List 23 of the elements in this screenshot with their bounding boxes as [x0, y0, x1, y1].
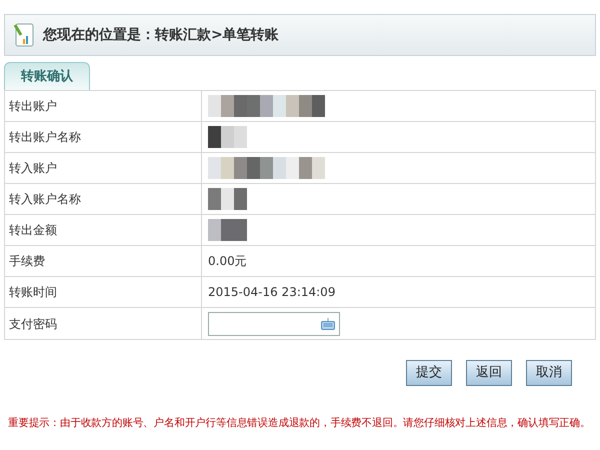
document-chart-icon — [13, 22, 35, 48]
field-label: 转入账户 — [9, 160, 57, 177]
field-label: 支付密码 — [9, 316, 57, 332]
pixelated-redaction — [208, 188, 247, 210]
breadcrumb-path: 转账汇款>单笔转账 — [155, 26, 279, 44]
password-field[interactable] — [208, 312, 340, 336]
field-value: 2015-04-16 23:14:09 — [208, 284, 336, 301]
action-button[interactable]: 提交 — [406, 360, 452, 386]
field-label: 手续费 — [9, 253, 45, 270]
action-button[interactable]: 返回 — [466, 360, 512, 386]
keyboard-icon[interactable] — [321, 318, 335, 330]
breadcrumb-label: 您现在的位置是： — [43, 26, 155, 44]
action-button[interactable]: 取消 — [526, 360, 572, 386]
field-label: 转入账户名称 — [9, 191, 81, 208]
tab[interactable]: 转账确认 — [4, 62, 90, 90]
field-label: 转出金额 — [9, 222, 57, 239]
field-label: 转出账户 — [9, 98, 57, 115]
pixelated-redaction — [208, 219, 247, 241]
field-label: 转出账户名称 — [9, 129, 81, 146]
field-value: 0.00元 — [208, 253, 247, 270]
notice-text: 重要提示：由于收款方的账号、户名和开户行等信息错误造成退款的，手续费不退回。请您仔细核对上述信息，确认填写正确。 — [7, 416, 592, 431]
field-label: 转账时间 — [9, 284, 57, 301]
pixelated-redaction — [208, 126, 247, 148]
